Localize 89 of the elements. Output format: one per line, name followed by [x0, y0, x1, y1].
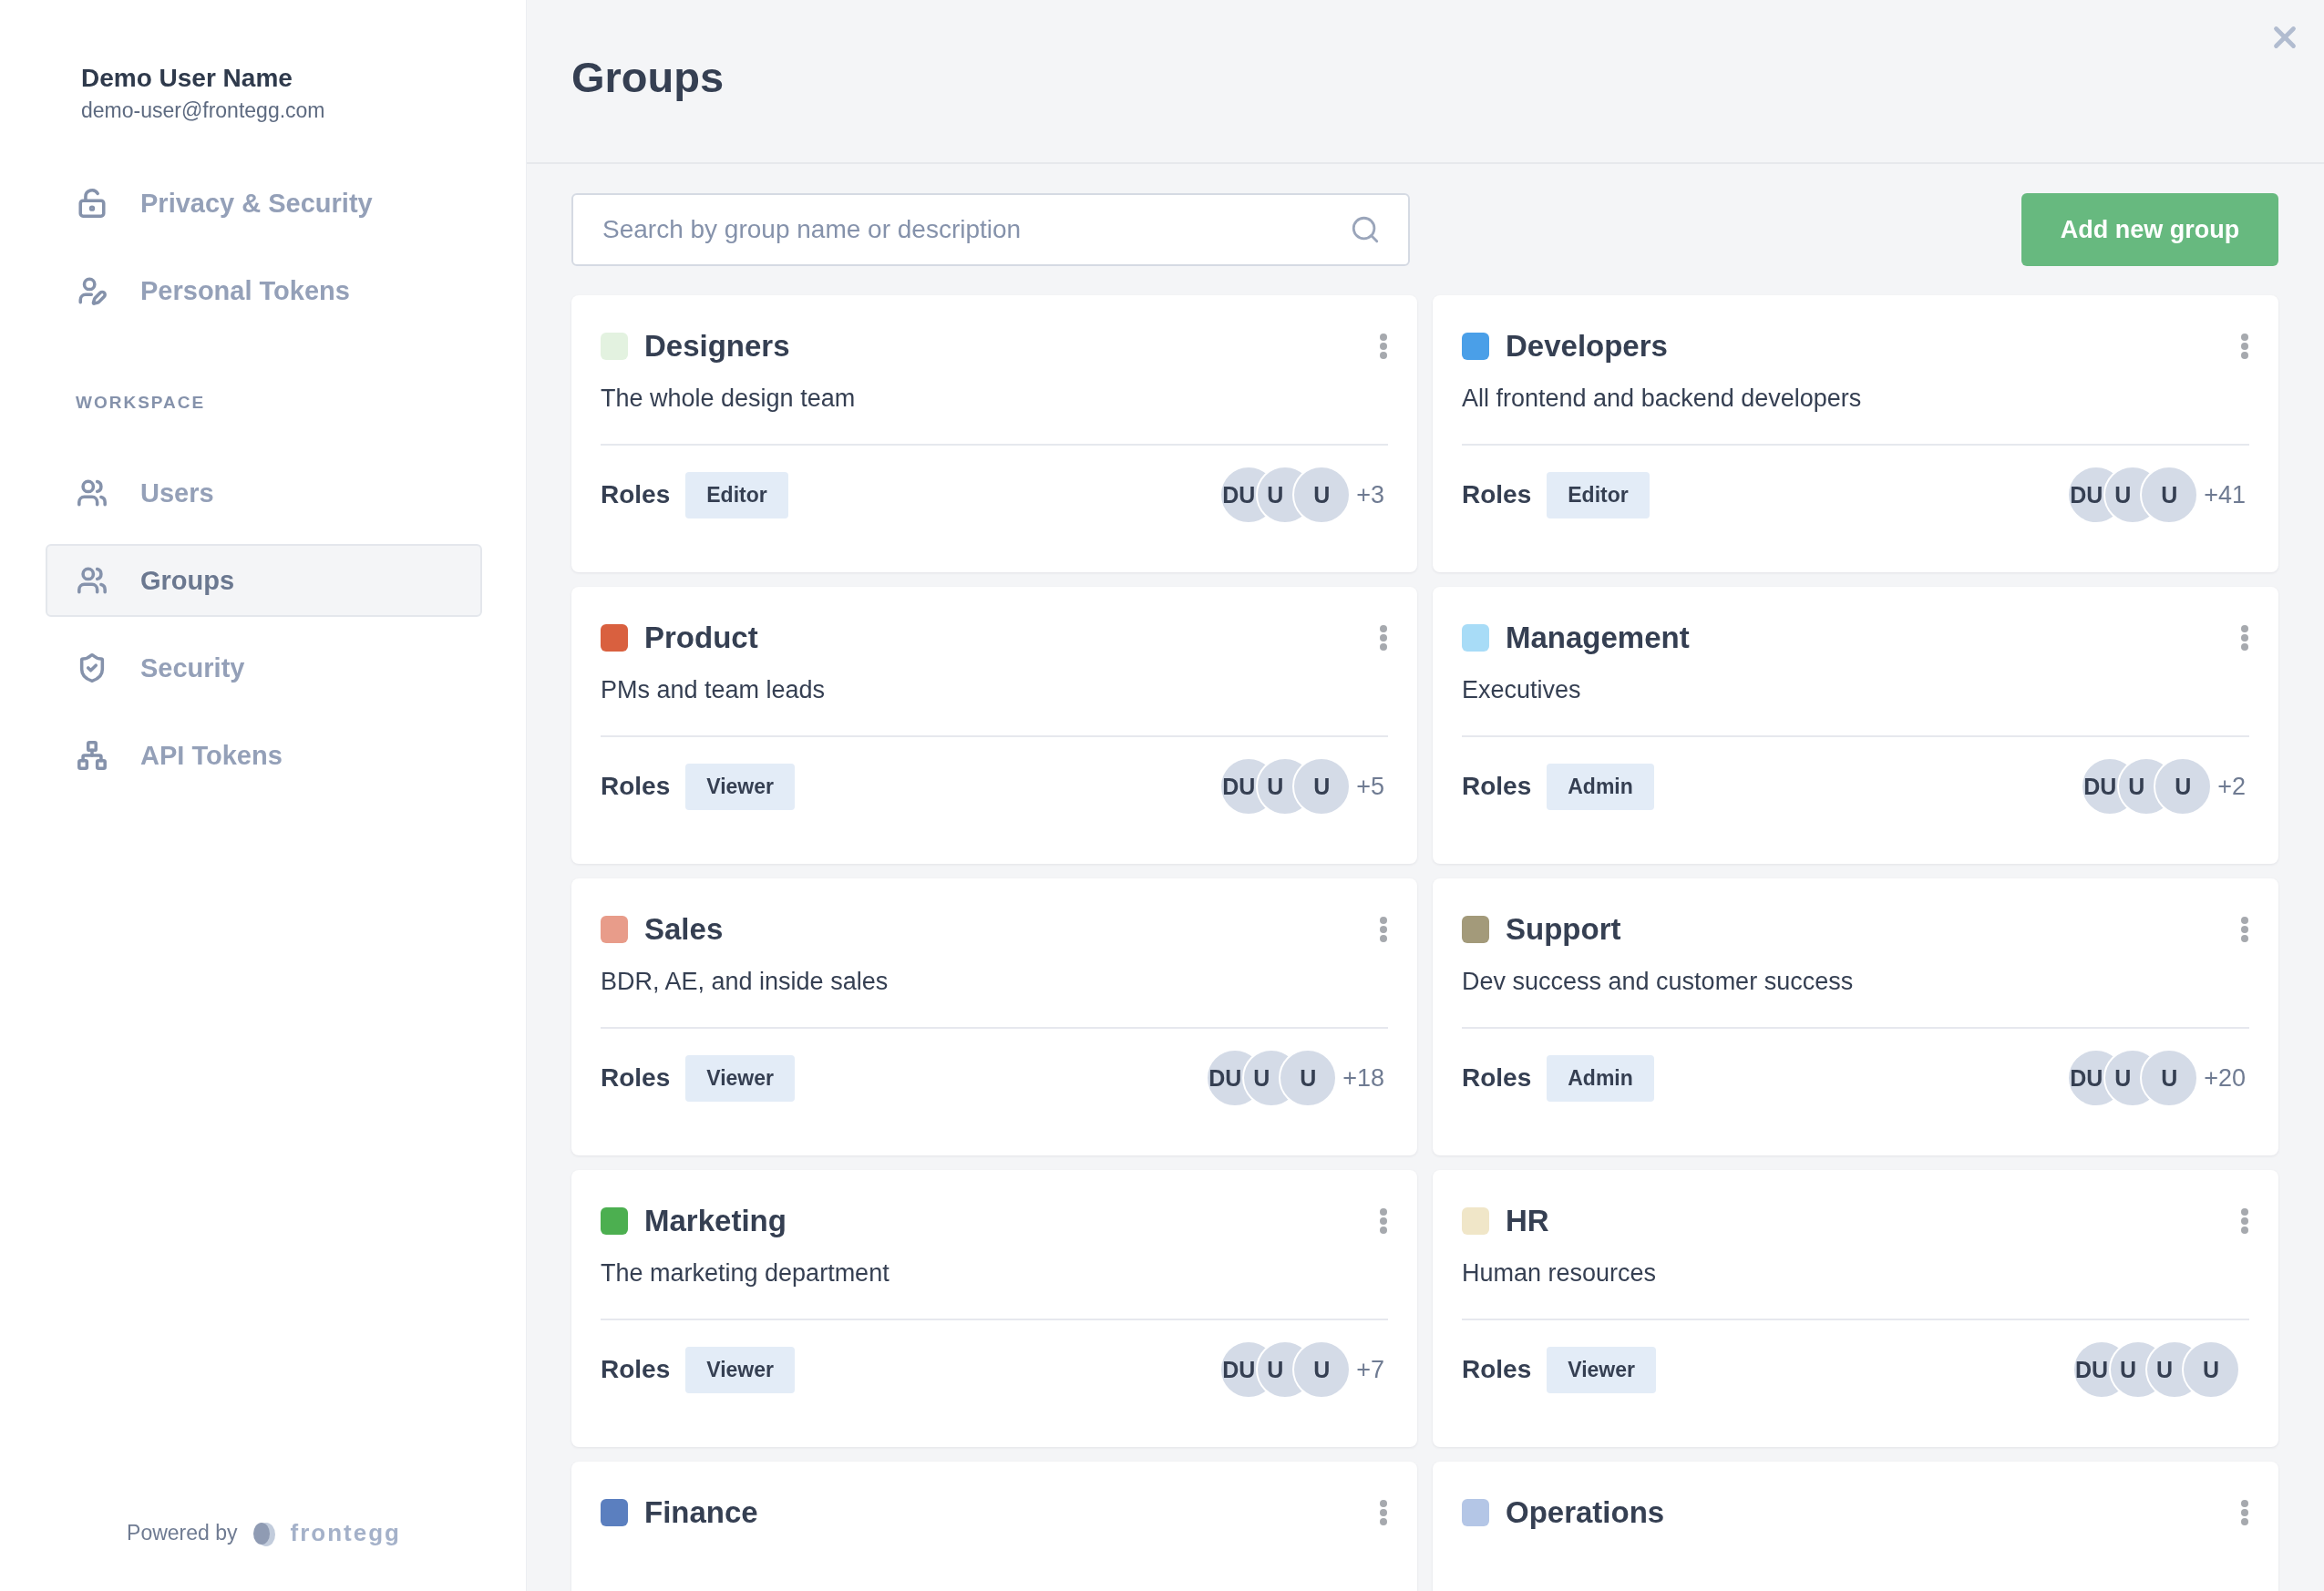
role-tag: Viewer [685, 763, 795, 810]
roles-label: Roles [1462, 1063, 1532, 1093]
more-options-button[interactable] [1379, 1499, 1388, 1526]
brand-name: frontegg [290, 1519, 401, 1547]
group-name: Management [1506, 621, 1691, 655]
group-description: The whole design team [601, 385, 1388, 446]
group-name: Developers [1506, 329, 1669, 364]
group-name: HR [1506, 1204, 1550, 1238]
more-options-button[interactable] [1379, 1207, 1388, 1235]
roles-label: Roles [601, 480, 671, 509]
more-members-count: +41 [2204, 480, 2246, 509]
role-tag: Admin [1547, 763, 1654, 810]
group-name: Finance [644, 1495, 759, 1530]
role-tag: Viewer [685, 1054, 795, 1102]
member-avatar: U [2154, 757, 2213, 816]
more-members-count: +18 [1342, 1063, 1384, 1093]
member-avatar: U [1292, 1340, 1352, 1399]
user-email: demo-user@frontegg.com [81, 98, 326, 123]
more-options-button[interactable] [1379, 333, 1388, 360]
roles-label: Roles [601, 1355, 671, 1384]
more-members-count: +5 [1356, 772, 1384, 801]
roles-label: Roles [1462, 480, 1532, 509]
kebab-menu-icon [2240, 624, 2249, 652]
role-tag: Editor [685, 471, 788, 518]
member-avatar: U [2140, 466, 2199, 524]
more-options-button[interactable] [1379, 624, 1388, 652]
kebab-menu-icon [2240, 333, 2249, 360]
powered-by-text: Powered by [127, 1521, 238, 1545]
more-members-count: +3 [1356, 480, 1384, 509]
group-name: Marketing [644, 1204, 787, 1238]
more-members-count: +7 [1356, 1355, 1384, 1384]
kebab-menu-icon [2240, 1207, 2249, 1235]
roles-label: Roles [601, 772, 671, 801]
role-tag: Editor [1547, 471, 1650, 518]
kebab-menu-icon [2240, 1499, 2249, 1526]
group-name: Operations [1506, 1495, 1666, 1530]
group-description: Dev success and customer success [1462, 968, 2249, 1029]
network-icon [77, 740, 108, 771]
sidebar-item[interactable]: Users [46, 457, 482, 529]
unlocked-lock-icon [77, 188, 108, 219]
search-icon [1350, 214, 1381, 245]
more-options-button[interactable] [2240, 1499, 2249, 1526]
more-options-button[interactable] [2240, 333, 2249, 360]
sidebar-item[interactable]: API Tokens [46, 719, 482, 792]
group-name: Support [1506, 912, 1622, 947]
kebab-menu-icon [1379, 333, 1388, 360]
member-avatar: U [2182, 1340, 2240, 1399]
role-tag: Viewer [1547, 1346, 1656, 1393]
group-name: Designers [644, 329, 791, 364]
group-icon [77, 565, 108, 596]
member-avatar: U [2140, 1049, 2199, 1107]
user-name: Demo User Name [81, 64, 293, 93]
roles-label: Roles [1462, 772, 1532, 801]
sidebar-item[interactable]: Groups [46, 544, 482, 617]
group-description: PMs and team leads [601, 676, 1388, 737]
member-avatar: U [1292, 757, 1352, 816]
page-title: Groups [571, 51, 725, 102]
kebab-menu-icon [1379, 1207, 1388, 1235]
kebab-menu-icon [2240, 916, 2249, 943]
more-members-count: +2 [2217, 772, 2246, 801]
member-avatar: U [1279, 1049, 1338, 1107]
add-group-button[interactable]: Add new group [2021, 193, 2278, 266]
section-title: WORKSPACE [76, 393, 207, 413]
kebab-menu-icon [1379, 1499, 1388, 1526]
group-name: Sales [644, 912, 725, 947]
member-avatar: U [1292, 466, 1352, 524]
roles-label: Roles [601, 1063, 671, 1093]
kebab-menu-icon [1379, 624, 1388, 652]
group-description: All frontend and backend developers [1462, 385, 2249, 446]
user-pen-icon [77, 275, 108, 306]
sidebar-item[interactable]: Personal Tokens [46, 254, 482, 327]
role-tag: Admin [1547, 1054, 1654, 1102]
group-description: The marketing department [601, 1259, 1388, 1320]
group-name: Product [644, 621, 759, 655]
kebab-menu-icon [1379, 916, 1388, 943]
more-members-count: +20 [2204, 1063, 2246, 1093]
sidebar-item[interactable]: Privacy & Security [46, 167, 482, 240]
more-options-button[interactable] [2240, 624, 2249, 652]
more-options-button[interactable] [1379, 916, 1388, 943]
group-description: Executives [1462, 676, 2249, 737]
roles-label: Roles [1462, 1355, 1532, 1384]
sidebar-item[interactable]: Security [46, 631, 482, 704]
group-description: BDR, AE, and inside sales [601, 968, 1388, 1029]
group-description: Human resources [1462, 1259, 2249, 1320]
more-options-button[interactable] [2240, 1207, 2249, 1235]
more-options-button[interactable] [2240, 916, 2249, 943]
search-field[interactable]: Search by group name or description [571, 193, 1410, 266]
users-icon [77, 477, 108, 508]
role-tag: Viewer [685, 1346, 795, 1393]
